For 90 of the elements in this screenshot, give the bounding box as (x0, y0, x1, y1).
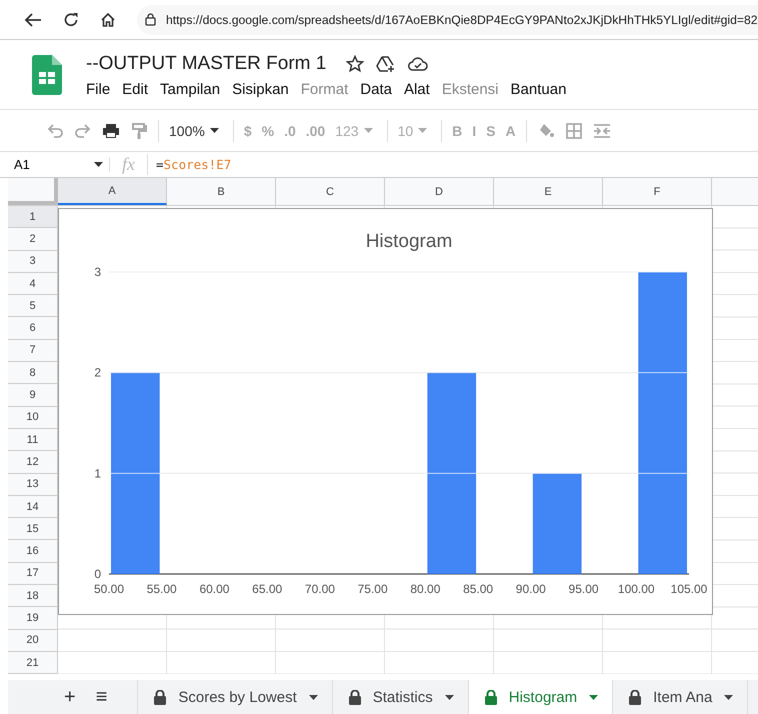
row-header[interactable]: 9 (8, 384, 58, 407)
row-header[interactable]: 14 (8, 496, 58, 518)
lock-icon (484, 690, 497, 704)
lock-icon (629, 690, 642, 704)
row-header[interactable]: 4 (8, 272, 58, 296)
print-icon[interactable] (102, 122, 120, 138)
x-tick-label: 65.00 (252, 582, 282, 596)
x-tick-label: 90.00 (516, 582, 546, 596)
row-header[interactable]: 13 (8, 474, 58, 496)
fx-label: fx (110, 154, 148, 175)
row-header[interactable]: 18 (8, 585, 58, 608)
column-header[interactable]: F (603, 178, 712, 205)
row-header[interactable]: 19 (8, 607, 58, 630)
y-tick-label: 2 (94, 366, 101, 380)
x-tick-label: 50.00 (94, 582, 124, 596)
y-tick-label: 1 (94, 466, 101, 480)
caret-icon (210, 128, 219, 133)
caret-icon (364, 128, 373, 133)
sheet-tab[interactable]: Item Ana (613, 680, 748, 714)
row-header[interactable]: 12 (8, 451, 58, 474)
row-header[interactable]: 21 (8, 652, 58, 674)
all-sheets-button[interactable]: ≡ (86, 680, 118, 714)
chart-background[interactable]: Histogram 0 1 2 3 50.00 55.00 60.00 65.00 70.00 75.00 80.00 85.00 90.00 95.00 100.00 105.00 (58, 208, 713, 615)
histogram-bar[interactable] (532, 473, 582, 574)
caret-icon (94, 162, 103, 167)
x-tick-label: 60.00 (199, 582, 230, 596)
menu-item[interactable]: Tampilan (160, 81, 220, 98)
column-header[interactable]: A (58, 178, 167, 205)
sheets-logo-icon[interactable] (32, 55, 62, 95)
column-header[interactable]: C (276, 178, 385, 205)
menu-item[interactable]: File (86, 81, 110, 98)
y-tick-label: 3 (94, 265, 101, 279)
row-header[interactable]: 16 (8, 540, 58, 563)
column-header[interactable]: D (385, 178, 494, 205)
menu-item[interactable]: Edit (122, 81, 148, 98)
add-sheet-button[interactable]: + (54, 680, 86, 714)
caret-icon (308, 694, 318, 700)
name-box[interactable]: A1 (0, 157, 110, 172)
menu-item[interactable]: Data (360, 81, 392, 98)
histogram-bar[interactable] (638, 272, 687, 574)
cloud-check-icon[interactable] (408, 57, 428, 71)
row-header[interactable]: 2 (8, 228, 58, 251)
row-header[interactable]: 17 (8, 562, 58, 586)
y-tick-label: 0 (94, 567, 101, 581)
star-icon[interactable] (346, 55, 364, 73)
row-header[interactable]: 1 (8, 206, 58, 228)
caret-icon (444, 694, 454, 700)
row-header[interactable]: 8 (8, 362, 58, 384)
menu-item[interactable]: Sisipkan (232, 81, 289, 98)
caret-icon (724, 694, 734, 700)
lock-icon (145, 13, 156, 26)
x-tick-label: 95.00 (568, 582, 599, 596)
row-header[interactable]: 20 (8, 630, 58, 652)
chart-title: Histogram (366, 231, 452, 252)
histogram-bar[interactable] (427, 372, 476, 574)
toolbar-dropdown[interactable]: 100% (169, 122, 219, 138)
menu-item[interactable]: Bantuan (510, 81, 566, 98)
x-tick-label: 100.00 (618, 582, 655, 596)
sheet-tab[interactable]: Histogram (468, 680, 614, 714)
column-header[interactable]: B (167, 178, 276, 205)
lock-icon (348, 690, 361, 704)
home-icon[interactable] (100, 12, 116, 28)
row-header[interactable]: 6 (8, 317, 58, 340)
caret-icon (418, 128, 428, 133)
row-header[interactable]: 11 (8, 428, 58, 452)
column-header[interactable]: E (494, 178, 603, 205)
address-bar[interactable]: https://docs.google.com/spreadsheets/d/167AoEBKnQie8DP4EcGY9PANto2xJKjDkHhTHk5YLIgl/edit#gid=82 (137, 4, 758, 34)
lock-icon (154, 690, 166, 704)
row-header[interactable]: 5 (8, 295, 58, 318)
back-icon[interactable] (24, 12, 42, 28)
menu-item[interactable]: Alat (404, 81, 430, 98)
x-tick-label: 70.00 (304, 582, 335, 596)
x-tick-label: 80.00 (410, 582, 440, 596)
x-tick-label: 75.00 (358, 582, 388, 596)
row-header[interactable]: 15 (8, 518, 58, 540)
reload-icon[interactable] (63, 12, 79, 28)
corner-header[interactable] (8, 178, 58, 205)
histogram-bar[interactable] (111, 372, 160, 574)
formula-input[interactable]: =Scores!E7 (148, 157, 232, 172)
sheet-tab[interactable]: Scores by Lowest (138, 680, 333, 714)
x-tick-label: 85.00 (463, 582, 494, 596)
caret-icon (589, 694, 598, 700)
row-header[interactable]: 10 (8, 406, 58, 429)
x-tick-label: 55.00 (146, 582, 177, 596)
x-tick-label: 105.00 (670, 582, 708, 596)
row-header[interactable]: 7 (8, 340, 58, 362)
sheet-tab[interactable]: Statistics (332, 680, 469, 714)
document-title[interactable]: --OUTPUT MASTER Form 1 (86, 53, 326, 75)
drive-add-icon[interactable] (376, 55, 396, 73)
row-header[interactable]: 3 (8, 250, 58, 273)
